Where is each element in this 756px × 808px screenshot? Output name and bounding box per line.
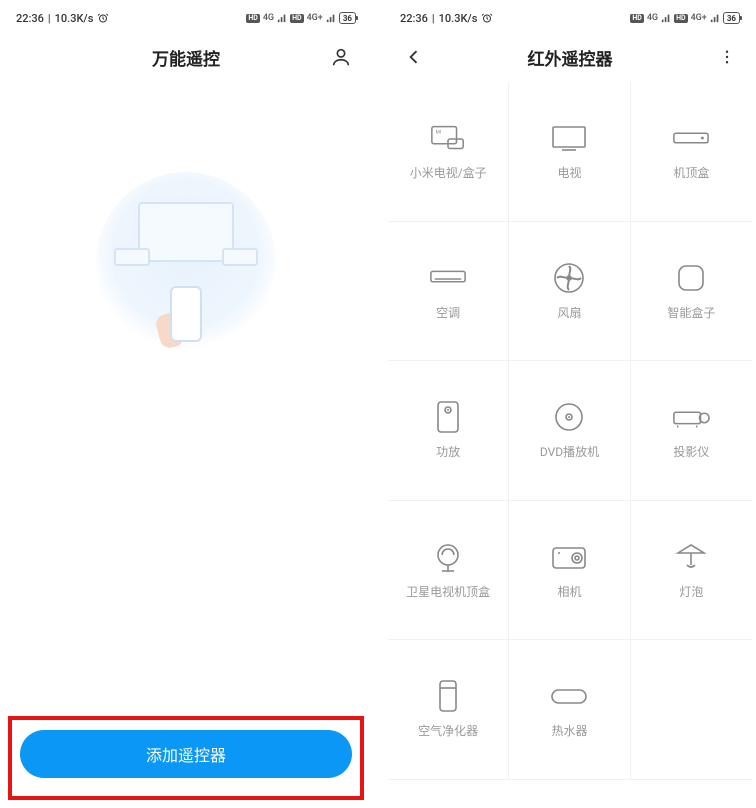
camera-icon [550, 541, 588, 573]
device-projector[interactable]: 投影仪 [631, 361, 752, 501]
net-label-2: 4G+ [307, 13, 323, 23]
signal-icon-2 [326, 13, 336, 23]
status-bar: 22:36 | 10.3K/s HD 4G HD 4G+ 36 [388, 4, 752, 32]
device-camera[interactable]: 相机 [509, 501, 630, 641]
empty-state-illustration [4, 82, 368, 716]
mi-tv-box-icon: MI [429, 122, 467, 154]
device-dvd[interactable]: DVD播放机 [509, 361, 630, 501]
bulb-icon [672, 541, 710, 573]
device-label: 灯泡 [679, 585, 703, 599]
device-air-purifier[interactable]: 空气净化器 [388, 640, 509, 780]
net-label-1: 4G [263, 13, 274, 23]
device-tv[interactable]: 电视 [509, 82, 630, 222]
device-mi-tv-box[interactable]: MI 小米电视/盒子 [388, 82, 509, 222]
alarm-icon [481, 12, 493, 24]
device-ac[interactable]: 空调 [388, 222, 509, 362]
device-label: 智能盒子 [667, 306, 715, 320]
device-label: 热水器 [551, 724, 587, 738]
battery-indicator: 36 [723, 12, 740, 24]
net-label-1: 4G [647, 13, 658, 23]
hd-badge-2: HD [674, 14, 688, 23]
hd-badge-1: HD [630, 14, 644, 23]
status-speed: 10.3K/s [439, 12, 478, 25]
signal-icon-1 [277, 13, 287, 23]
device-label: 空气净化器 [418, 724, 478, 738]
signal-icon-1 [661, 13, 671, 23]
signal-icon-2 [710, 13, 720, 23]
device-grid-container: MI 小米电视/盒子 电视 机顶盒 空调 [388, 82, 752, 804]
device-satellite-box[interactable]: 卫星电视机顶盒 [388, 501, 509, 641]
device-fan[interactable]: 风扇 [509, 222, 630, 362]
nav-bar: 万能遥控 [4, 32, 368, 82]
add-remote-button[interactable]: 添加遥控器 [20, 730, 352, 778]
hd-badge-1: HD [246, 14, 260, 23]
net-label-2: 4G+ [691, 13, 707, 23]
hd-badge-2: HD [290, 14, 304, 23]
page-title: 万能遥控 [152, 45, 220, 70]
device-water-heater[interactable]: 热水器 [509, 640, 630, 780]
alarm-icon [97, 12, 109, 24]
phone-screen-right: 22:36 | 10.3K/s HD 4G HD 4G+ 36 红外遥控器 [388, 4, 752, 804]
projector-icon [672, 401, 710, 433]
device-empty [631, 640, 752, 780]
highlight-annotation: 添加遥控器 [8, 716, 364, 800]
set-top-box-icon [672, 122, 710, 154]
svg-text:MI: MI [436, 129, 441, 135]
device-smart-box[interactable]: 智能盒子 [631, 222, 752, 362]
device-amplifier[interactable]: 功放 [388, 361, 509, 501]
device-label: DVD播放机 [540, 445, 599, 459]
more-button[interactable] [718, 48, 736, 66]
battery-indicator: 36 [339, 12, 356, 24]
ac-icon [429, 262, 467, 294]
device-set-top-box[interactable]: 机顶盒 [631, 82, 752, 222]
water-heater-icon [550, 680, 588, 712]
smart-box-icon [672, 262, 710, 294]
fan-icon [550, 262, 588, 294]
status-time: 22:36 [400, 12, 428, 25]
status-time: 22:36 [16, 12, 44, 25]
status-bar: 22:36 | 10.3K/s HD 4G HD 4G+ 36 [4, 4, 368, 32]
device-label: 机顶盒 [673, 166, 709, 180]
air-purifier-icon [429, 680, 467, 712]
back-button[interactable] [404, 47, 424, 67]
device-label: 空调 [436, 306, 460, 320]
dvd-icon [550, 401, 588, 433]
status-speed: 10.3K/s [55, 12, 94, 25]
device-bulb[interactable]: 灯泡 [631, 501, 752, 641]
profile-icon[interactable] [330, 46, 352, 68]
satellite-box-icon [429, 541, 467, 573]
device-label: 卫星电视机顶盒 [406, 585, 490, 599]
device-label: 小米电视/盒子 [410, 166, 487, 180]
tv-icon [550, 122, 588, 154]
device-grid: MI 小米电视/盒子 电视 机顶盒 空调 [388, 82, 752, 780]
page-title: 红外遥控器 [528, 45, 613, 70]
phone-screen-left: 22:36 | 10.3K/s HD 4G HD 4G+ 36 万能遥控 [4, 4, 368, 804]
device-label: 功放 [436, 445, 460, 459]
device-label: 相机 [557, 585, 581, 599]
add-remote-button-label: 添加遥控器 [146, 742, 226, 766]
device-label: 投影仪 [673, 445, 709, 459]
device-label: 电视 [557, 166, 581, 180]
device-label: 风扇 [557, 306, 581, 320]
nav-bar: 红外遥控器 [388, 32, 752, 82]
amplifier-icon [429, 401, 467, 433]
